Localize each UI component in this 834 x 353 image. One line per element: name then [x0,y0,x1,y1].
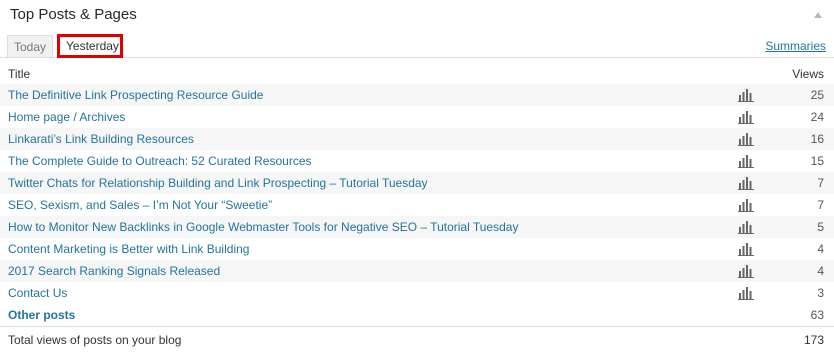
table-row: The Definitive Link Prospecting Resource… [0,84,834,106]
bar-chart-icon[interactable] [738,176,754,190]
bar-chart-icon[interactable] [738,154,754,168]
table-row: 2017 Search Ranking Signals Released 4 [0,260,834,282]
post-title-link[interactable]: Linkarati’s Link Building Resources [8,132,194,146]
tab-today[interactable]: Today [7,35,53,57]
post-views-count: 4 [817,264,824,278]
table-row: Content Marketing is Better with Link Bu… [0,238,834,260]
post-views-count: 15 [810,154,824,168]
post-views-count: 16 [810,132,824,146]
post-title-link[interactable]: The Definitive Link Prospecting Resource… [8,88,263,102]
post-views-count: 4 [817,242,824,256]
total-views-row: Total views of posts on your blog 173 [0,326,834,351]
post-title-link[interactable]: Twitter Chats for Relationship Building … [8,176,428,190]
post-title-link[interactable]: 2017 Search Ranking Signals Released [8,264,220,278]
widget-title: Top Posts & Pages [10,6,137,23]
table-row: How to Monitor New Backlinks in Google W… [0,216,834,238]
other-posts-views: 63 [810,308,824,322]
post-views-count: 5 [817,220,824,234]
bar-chart-icon[interactable] [738,286,754,300]
bar-chart-icon[interactable] [738,132,754,146]
bar-chart-icon[interactable] [738,220,754,234]
table-row: The Complete Guide to Outreach: 52 Curat… [0,150,834,172]
post-views-count: 7 [817,176,824,190]
summaries-link[interactable]: Summaries [765,39,826,53]
post-views-count: 3 [817,286,824,300]
other-posts-row: Other posts 63 [0,304,834,326]
table-row: Twitter Chats for Relationship Building … [0,172,834,194]
top-posts-table: Title Views The Definitive Link Prospect… [0,62,834,351]
top-posts-widget: Top Posts & Pages Today Yesterday Summar… [0,0,834,353]
post-title-link[interactable]: The Complete Guide to Outreach: 52 Curat… [8,154,312,168]
column-views-header: Views [792,67,824,81]
post-title-link[interactable]: How to Monitor New Backlinks in Google W… [8,220,518,234]
period-tabs: Today Yesterday Summaries [0,32,834,58]
bar-chart-icon[interactable] [738,264,754,278]
other-posts-link[interactable]: Other posts [8,308,75,322]
collapse-triangle-icon[interactable] [814,12,822,18]
post-title-link[interactable]: Home page / Archives [8,110,125,124]
post-views-count: 25 [810,88,824,102]
table-row: Home page / Archives 24 [0,106,834,128]
tab-yesterday[interactable]: Yesterday [57,34,123,58]
total-views-value: 173 [803,333,824,347]
post-title-link[interactable]: SEO, Sexism, and Sales – I’m Not Your “S… [8,198,272,212]
table-row: Contact Us 3 [0,282,834,304]
post-views-count: 24 [810,110,824,124]
bar-chart-icon[interactable] [738,88,754,102]
post-title-link[interactable]: Contact Us [8,286,67,300]
bar-chart-icon[interactable] [738,242,754,256]
table-header: Title Views [0,62,834,84]
widget-header: Top Posts & Pages [0,0,834,32]
table-row: SEO, Sexism, and Sales – I’m Not Your “S… [0,194,834,216]
table-row: Linkarati’s Link Building Resources 16 [0,128,834,150]
post-title-link[interactable]: Content Marketing is Better with Link Bu… [8,242,249,256]
post-views-count: 7 [817,198,824,212]
bar-chart-icon[interactable] [738,110,754,124]
column-title-header: Title [8,67,31,81]
bar-chart-icon[interactable] [738,198,754,212]
total-views-label: Total views of posts on your blog [8,333,182,347]
